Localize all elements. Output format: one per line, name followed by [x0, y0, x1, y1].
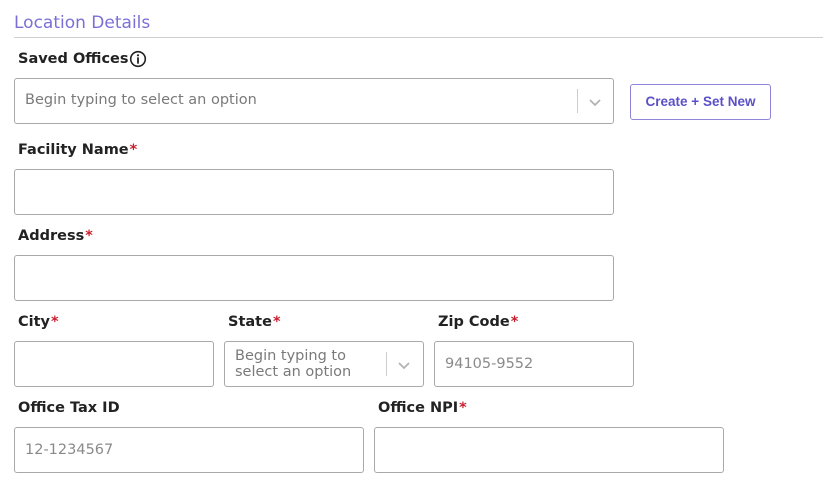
required-asterisk: * — [51, 314, 59, 330]
office-npi-input[interactable] — [375, 428, 723, 472]
zip-code-label: Zip Code* — [438, 313, 518, 331]
chevron-down-icon[interactable] — [588, 94, 602, 108]
saved-offices-select[interactable]: Begin typing to select an option — [14, 78, 614, 124]
state-select[interactable]: Begin typing to select an option — [224, 341, 424, 387]
address-label: Address* — [18, 227, 93, 245]
zip-code-label-text: Zip Code — [438, 314, 510, 330]
select-separator — [386, 352, 387, 376]
zip-code-input[interactable] — [435, 342, 633, 386]
facility-name-input[interactable] — [15, 170, 613, 214]
address-input[interactable] — [15, 256, 613, 300]
state-label: State* — [228, 313, 281, 331]
office-npi-label: Office NPI* — [378, 399, 467, 417]
required-asterisk: * — [85, 228, 93, 244]
saved-offices-placeholder: Begin typing to select an option — [25, 92, 257, 108]
saved-offices-label-text: Saved Offices — [18, 51, 129, 67]
saved-offices-label: Saved Offices — [18, 50, 129, 68]
state-placeholder: Begin typing to select an option — [235, 348, 351, 380]
section-title: Location Details — [14, 13, 151, 33]
state-placeholder-line2: select an option — [235, 364, 352, 380]
state-label-text: State — [228, 314, 272, 330]
info-icon[interactable] — [129, 50, 147, 68]
state-placeholder-line1: Begin typing to — [235, 348, 346, 364]
address-field[interactable] — [14, 255, 614, 301]
office-tax-id-field[interactable] — [14, 427, 364, 473]
required-asterisk: * — [459, 400, 467, 416]
chevron-down-icon[interactable] — [397, 357, 411, 371]
zip-code-field[interactable] — [434, 341, 634, 387]
city-label: City* — [18, 313, 59, 331]
office-npi-field[interactable] — [374, 427, 724, 473]
office-tax-id-input[interactable] — [15, 428, 363, 472]
office-tax-id-label: Office Tax ID — [18, 399, 120, 417]
address-label-text: Address — [18, 228, 85, 244]
office-npi-label-text: Office NPI — [378, 400, 459, 416]
office-tax-id-label-text: Office Tax ID — [18, 400, 120, 416]
required-asterisk: * — [510, 314, 519, 330]
city-field[interactable] — [14, 341, 214, 387]
facility-name-field[interactable] — [14, 169, 614, 215]
facility-name-label: Facility Name* — [18, 141, 137, 159]
facility-name-label-text: Facility Name — [18, 142, 129, 158]
city-label-text: City — [18, 314, 50, 330]
create-set-new-button[interactable]: Create + Set New — [630, 84, 771, 120]
city-input[interactable] — [15, 342, 213, 386]
select-separator — [577, 89, 578, 113]
section-divider — [14, 37, 823, 38]
required-asterisk: * — [272, 314, 281, 330]
required-asterisk: * — [129, 142, 138, 158]
